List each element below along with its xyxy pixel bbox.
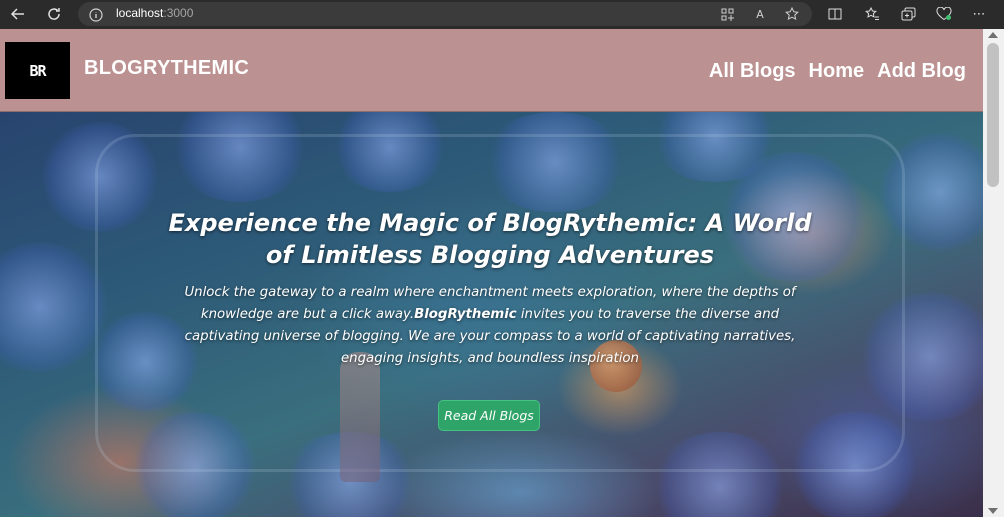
logo-text: BR xyxy=(29,61,46,80)
browser-toolbar: localhost:3000 A ⋯ xyxy=(0,0,1004,29)
main-nav: All Blogs Home Add Blog xyxy=(709,60,966,83)
nav-all-blogs[interactable]: All Blogs xyxy=(709,60,796,83)
hero-section: Experience the Magic of BlogRythemic: A … xyxy=(0,112,983,517)
read-aloud-label: A xyxy=(756,7,764,21)
address-bar[interactable]: localhost:3000 A xyxy=(78,2,812,26)
hero-title: Experience the Magic of BlogRythemic: A … xyxy=(168,209,812,269)
split-screen-icon[interactable] xyxy=(826,5,844,23)
hero-description: Unlock the gateway to a realm where ench… xyxy=(180,282,800,370)
apps-grid-icon[interactable] xyxy=(719,6,735,22)
info-icon[interactable] xyxy=(89,7,103,26)
star-icon[interactable] xyxy=(784,6,800,22)
page-scrollbar[interactable] xyxy=(983,29,1004,517)
url-text[interactable]: localhost:3000 xyxy=(116,6,193,20)
read-aloud-icon[interactable]: A xyxy=(752,6,768,22)
site-logo[interactable]: BR xyxy=(5,42,70,99)
more-icon[interactable]: ⋯ xyxy=(970,5,988,23)
brand-name[interactable]: BLOGRYTHEMIC xyxy=(84,57,249,80)
more-label: ⋯ xyxy=(972,6,986,22)
collections-icon[interactable] xyxy=(899,5,917,23)
scroll-thumb[interactable] xyxy=(987,43,999,187)
favorites-list-icon[interactable] xyxy=(863,5,881,23)
refresh-icon xyxy=(48,8,60,20)
scroll-down-arrow-icon[interactable] xyxy=(988,508,998,514)
arrow-left-icon xyxy=(10,8,24,20)
hero-text-bold: BlogRythemic xyxy=(414,307,517,322)
site-header: BR BLOGRYTHEMIC All Blogs Home Add Blog xyxy=(0,29,983,112)
back-button[interactable] xyxy=(9,5,27,23)
nav-home[interactable]: Home xyxy=(809,60,865,83)
nav-add-blog[interactable]: Add Blog xyxy=(877,60,966,83)
refresh-button[interactable] xyxy=(45,5,63,23)
read-all-blogs-button[interactable]: Read All Blogs xyxy=(438,400,540,431)
scroll-up-arrow-icon[interactable] xyxy=(988,32,998,38)
page-viewport: BR BLOGRYTHEMIC All Blogs Home Add Blog xyxy=(0,29,1004,517)
browser-essentials-icon[interactable] xyxy=(935,5,953,23)
